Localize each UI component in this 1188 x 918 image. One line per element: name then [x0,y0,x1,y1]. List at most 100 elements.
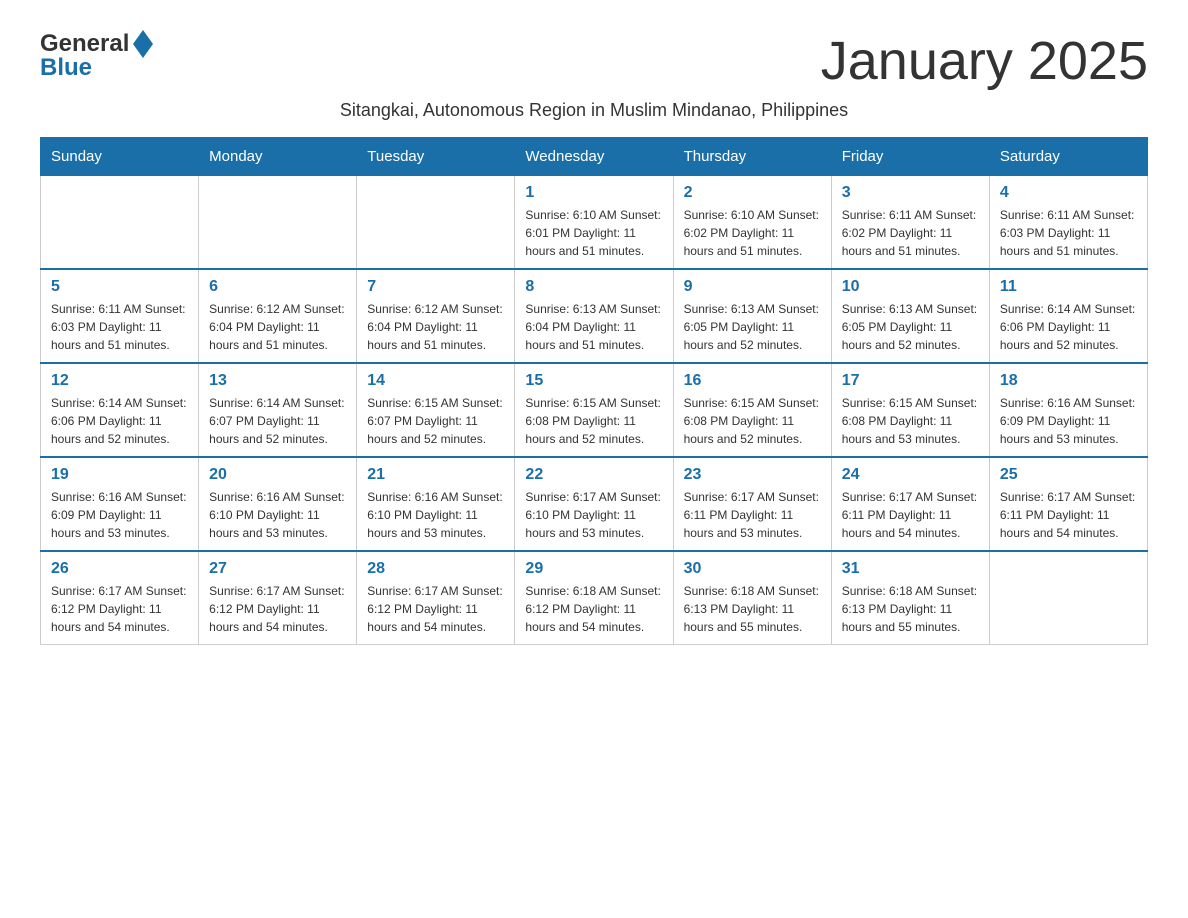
day-info: Sunrise: 6:13 AM Sunset: 6:04 PM Dayligh… [525,300,662,354]
day-info: Sunrise: 6:14 AM Sunset: 6:06 PM Dayligh… [1000,300,1137,354]
day-number: 31 [842,560,979,578]
calendar-week-row: 26 Sunrise: 6:17 AM Sunset: 6:12 PM Dayli… [41,551,1148,645]
calendar-cell: 15 Sunrise: 6:15 AM Sunset: 6:08 PM Dayli… [515,363,673,457]
logo-triangle-down [133,44,153,58]
day-number: 2 [684,184,821,202]
day-info: Sunrise: 6:16 AM Sunset: 6:09 PM Dayligh… [51,488,188,542]
day-header-thursday: Thursday [673,138,831,176]
day-number: 16 [684,372,821,390]
calendar-table: SundayMondayTuesdayWednesdayThursdayFrid… [40,137,1148,645]
day-info: Sunrise: 6:13 AM Sunset: 6:05 PM Dayligh… [684,300,821,354]
day-info: Sunrise: 6:14 AM Sunset: 6:06 PM Dayligh… [51,394,188,448]
day-info: Sunrise: 6:16 AM Sunset: 6:10 PM Dayligh… [209,488,346,542]
calendar-cell: 30 Sunrise: 6:18 AM Sunset: 6:13 PM Dayli… [673,551,831,645]
day-number: 15 [525,372,662,390]
day-header-tuesday: Tuesday [357,138,515,176]
day-number: 17 [842,372,979,390]
day-info: Sunrise: 6:17 AM Sunset: 6:11 PM Dayligh… [684,488,821,542]
day-info: Sunrise: 6:10 AM Sunset: 6:02 PM Dayligh… [684,206,821,260]
calendar-cell: 16 Sunrise: 6:15 AM Sunset: 6:08 PM Dayli… [673,363,831,457]
day-info: Sunrise: 6:15 AM Sunset: 6:08 PM Dayligh… [525,394,662,448]
day-number: 13 [209,372,346,390]
logo-triangle-up [133,30,153,44]
day-info: Sunrise: 6:11 AM Sunset: 6:03 PM Dayligh… [51,300,188,354]
calendar-cell: 25 Sunrise: 6:17 AM Sunset: 6:11 PM Dayli… [989,457,1147,551]
day-info: Sunrise: 6:11 AM Sunset: 6:02 PM Dayligh… [842,206,979,260]
calendar-week-row: 5 Sunrise: 6:11 AM Sunset: 6:03 PM Daylig… [41,269,1148,363]
day-number: 4 [1000,184,1137,202]
calendar-cell: 31Sunrise: 6:18 AM Sunset: 6:13 PM Dayli… [831,551,989,645]
logo: General Blue [40,30,153,82]
day-header-saturday: Saturday [989,138,1147,176]
calendar-cell: 17 Sunrise: 6:15 AM Sunset: 6:08 PM Dayli… [831,363,989,457]
day-number: 23 [684,466,821,484]
calendar-cell: 1 Sunrise: 6:10 AM Sunset: 6:01 PM Daylig… [515,176,673,270]
calendar-cell: 8 Sunrise: 6:13 AM Sunset: 6:04 PM Daylig… [515,269,673,363]
day-number: 20 [209,466,346,484]
calendar-cell: 21 Sunrise: 6:16 AM Sunset: 6:10 PM Dayli… [357,457,515,551]
day-number: 5 [51,278,188,296]
day-info: Sunrise: 6:12 AM Sunset: 6:04 PM Dayligh… [209,300,346,354]
calendar-week-row: 12Sunrise: 6:14 AM Sunset: 6:06 PM Dayli… [41,363,1148,457]
day-number: 28 [367,560,504,578]
month-title: January 2025 [821,30,1148,92]
day-number: 18 [1000,372,1137,390]
day-info: Sunrise: 6:11 AM Sunset: 6:03 PM Dayligh… [1000,206,1137,260]
calendar-cell: 10 Sunrise: 6:13 AM Sunset: 6:05 PM Dayli… [831,269,989,363]
day-number: 1 [525,184,662,202]
calendar-cell: 26Sunrise: 6:17 AM Sunset: 6:12 PM Dayli… [41,551,199,645]
day-info: Sunrise: 6:14 AM Sunset: 6:07 PM Dayligh… [209,394,346,448]
calendar-cell: 14Sunrise: 6:15 AM Sunset: 6:07 PM Dayli… [357,363,515,457]
calendar-cell: 5 Sunrise: 6:11 AM Sunset: 6:03 PM Daylig… [41,269,199,363]
calendar-cell: 29 Sunrise: 6:18 AM Sunset: 6:12 PM Dayli… [515,551,673,645]
day-info: Sunrise: 6:10 AM Sunset: 6:01 PM Dayligh… [525,206,662,260]
calendar-cell: 19Sunrise: 6:16 AM Sunset: 6:09 PM Dayli… [41,457,199,551]
calendar-cell: 20 Sunrise: 6:16 AM Sunset: 6:10 PM Dayli… [199,457,357,551]
calendar-cell: 9Sunrise: 6:13 AM Sunset: 6:05 PM Daylig… [673,269,831,363]
calendar-cell: 13 Sunrise: 6:14 AM Sunset: 6:07 PM Dayli… [199,363,357,457]
day-info: Sunrise: 6:15 AM Sunset: 6:08 PM Dayligh… [842,394,979,448]
calendar-cell: 24Sunrise: 6:17 AM Sunset: 6:11 PM Dayli… [831,457,989,551]
calendar-cell [199,176,357,270]
day-info: Sunrise: 6:17 AM Sunset: 6:10 PM Dayligh… [525,488,662,542]
calendar-cell: 7 Sunrise: 6:12 AM Sunset: 6:04 PM Daylig… [357,269,515,363]
calendar-cell: 2 Sunrise: 6:10 AM Sunset: 6:02 PM Daylig… [673,176,831,270]
day-number: 27 [209,560,346,578]
calendar-cell: 3 Sunrise: 6:11 AM Sunset: 6:02 PM Daylig… [831,176,989,270]
day-info: Sunrise: 6:15 AM Sunset: 6:08 PM Dayligh… [684,394,821,448]
calendar-cell: 18Sunrise: 6:16 AM Sunset: 6:09 PM Dayli… [989,363,1147,457]
day-info: Sunrise: 6:18 AM Sunset: 6:13 PM Dayligh… [684,582,821,636]
day-number: 11 [1000,278,1137,296]
calendar-cell: 27 Sunrise: 6:17 AM Sunset: 6:12 PM Dayli… [199,551,357,645]
day-info: Sunrise: 6:17 AM Sunset: 6:12 PM Dayligh… [209,582,346,636]
day-info: Sunrise: 6:15 AM Sunset: 6:07 PM Dayligh… [367,394,504,448]
day-number: 10 [842,278,979,296]
calendar-cell [357,176,515,270]
day-number: 30 [684,560,821,578]
day-info: Sunrise: 6:12 AM Sunset: 6:04 PM Dayligh… [367,300,504,354]
day-number: 26 [51,560,188,578]
day-number: 25 [1000,466,1137,484]
day-number: 24 [842,466,979,484]
calendar-cell: 6 Sunrise: 6:12 AM Sunset: 6:04 PM Daylig… [199,269,357,363]
day-info: Sunrise: 6:17 AM Sunset: 6:11 PM Dayligh… [1000,488,1137,542]
day-number: 29 [525,560,662,578]
day-number: 22 [525,466,662,484]
day-header-sunday: Sunday [41,138,199,176]
calendar-cell: 23 Sunrise: 6:17 AM Sunset: 6:11 PM Dayli… [673,457,831,551]
day-number: 8 [525,278,662,296]
day-info: Sunrise: 6:17 AM Sunset: 6:12 PM Dayligh… [367,582,504,636]
day-info: Sunrise: 6:13 AM Sunset: 6:05 PM Dayligh… [842,300,979,354]
logo-blue-text: Blue [40,54,92,82]
calendar-cell: 22 Sunrise: 6:17 AM Sunset: 6:10 PM Dayli… [515,457,673,551]
calendar-week-row: 19Sunrise: 6:16 AM Sunset: 6:09 PM Dayli… [41,457,1148,551]
day-number: 21 [367,466,504,484]
calendar-cell: 28 Sunrise: 6:17 AM Sunset: 6:12 PM Dayli… [357,551,515,645]
day-number: 3 [842,184,979,202]
day-info: Sunrise: 6:18 AM Sunset: 6:12 PM Dayligh… [525,582,662,636]
calendar-cell: 12Sunrise: 6:14 AM Sunset: 6:06 PM Dayli… [41,363,199,457]
day-info: Sunrise: 6:16 AM Sunset: 6:10 PM Dayligh… [367,488,504,542]
day-number: 6 [209,278,346,296]
day-number: 7 [367,278,504,296]
calendar-header-row: SundayMondayTuesdayWednesdayThursdayFrid… [41,138,1148,176]
